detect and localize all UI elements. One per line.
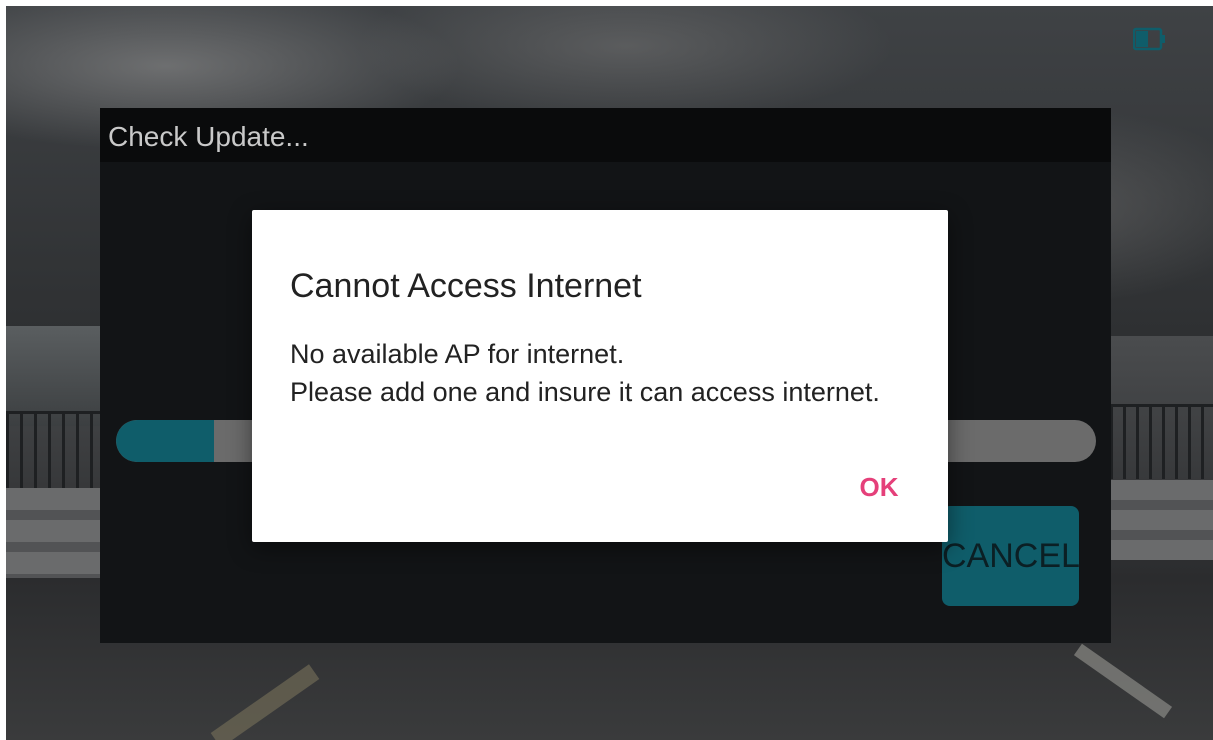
cannot-access-internet-dialog: Cannot Access Internet No available AP f… [252,210,948,542]
dialog-message-line: No available AP for internet. [290,339,625,369]
background-fence-right [1110,404,1213,479]
cancel-button[interactable]: CANCEL [942,506,1080,606]
update-progress-fill [116,420,214,462]
check-update-header: Check Update... [100,108,1111,162]
ok-button[interactable]: OK [844,462,914,512]
background-curb-left [6,488,102,578]
screen: Check Update... CANCEL Cannot Access Int… [6,6,1213,740]
background-fence-left [6,411,106,489]
check-update-title: Check Update... [108,121,309,152]
background-curb-right [1110,480,1213,560]
battery-icon [1133,26,1167,52]
dialog-title: Cannot Access Internet [290,267,642,305]
dialog-message-line: Please add one and insure it can access … [290,377,880,407]
